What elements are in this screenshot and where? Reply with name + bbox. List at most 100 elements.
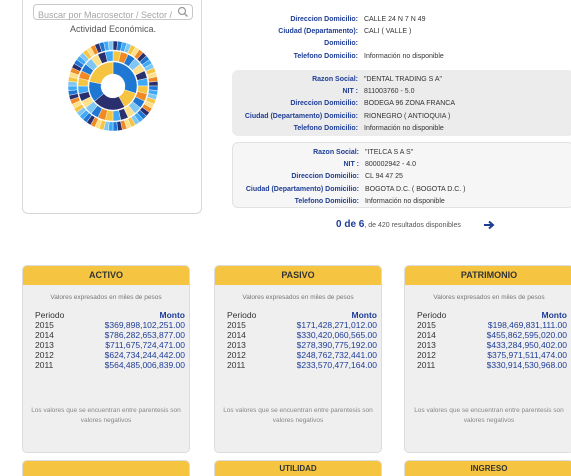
period-cell: 2012 <box>227 350 246 360</box>
company-field-row: Ciudad (Departamento): CALI ( VALLE ) <box>232 26 571 37</box>
activity-panel: Actividad Económica. <box>22 0 202 214</box>
field-value: RIONEGRO ( ANTIOQUIA ) <box>364 112 451 120</box>
period-cell: 2015 <box>417 320 436 330</box>
finance-table-header: Periodo Monto <box>417 310 567 320</box>
company-field-row: Ciudad (Departamento) Domicilio: RIONEGRO… <box>232 111 571 122</box>
search-box[interactable] <box>33 4 193 22</box>
company-field-row: Domicilio: <box>232 38 571 49</box>
finance-subtitle: Valores expresados en miles de pesos <box>433 294 545 301</box>
finance-note: Los valores que se encuentran entre pare… <box>31 407 181 424</box>
field-label: Ciudad (Departamento) Domicilio: <box>244 112 358 120</box>
company-card[interactable]: Direccion Domicilio: CALLE 24 N 7 N 49 Ciu… <box>232 0 571 64</box>
field-label: Domicilio: <box>324 40 358 48</box>
finance-panel-title: PASIVO <box>215 266 381 285</box>
amount-cell: $330,420,060,565.00 <box>296 330 377 340</box>
company-field-row: Razon Social: "ITELCA S A S" <box>233 147 571 158</box>
field-label: NIT : <box>342 88 358 96</box>
finance-table-row: 2015 $369,898,102,251.00 <box>35 320 185 330</box>
results-pager: 0 de 6, de 420 resultados disponibles <box>336 219 461 230</box>
sunburst-outer-segment[interactable] <box>67 85 78 91</box>
activity-label: Actividad Económica. <box>69 24 157 34</box>
period-cell: 2014 <box>417 330 436 340</box>
search-icon[interactable] <box>177 6 189 18</box>
sunburst-outer-segment[interactable] <box>148 81 159 87</box>
arrow-right-icon[interactable] <box>483 220 495 230</box>
search-input[interactable] <box>34 8 174 22</box>
amount-cell: $564,485,006,839.00 <box>104 360 185 370</box>
field-label: Direccion Domicilio: <box>290 16 358 23</box>
finance-table-header: Periodo Monto <box>227 310 377 320</box>
field-label: Direccion Domicilio: <box>290 100 358 108</box>
field-value: CALLE 24 N 7 N 49 <box>364 16 426 23</box>
finance-table-row: 2013 $433,284,950,402.00 <box>417 340 567 350</box>
finance-panel-utilidad: UTILIDAD <box>214 460 382 476</box>
finance-table: Periodo Monto 2015 $171,428,271,012.00 2014 $… <box>227 310 377 370</box>
period-cell: 2014 <box>35 330 54 340</box>
amount-cell: $711,675,724,471.00 <box>105 340 185 350</box>
period-cell: 2011 <box>227 360 246 370</box>
column-header-amount: Monto <box>351 310 378 320</box>
pager-suffix: , de 420 resultados disponibles <box>364 222 461 229</box>
amount-cell: $786,282,653,877.00 <box>104 330 185 340</box>
company-card[interactable]: Razon Social: "ITELCA S A S" NIT : 80000294… <box>232 142 571 208</box>
finance-table-header: Periodo Monto <box>35 310 185 320</box>
company-card[interactable]: Razon Social: "DENTAL TRADING S A" NIT : 81… <box>232 70 571 136</box>
finance-panel-title: UTILIDAD <box>215 461 381 476</box>
period-cell: 2014 <box>227 330 246 340</box>
finance-table-row: 2013 $278,390,775,192.00 <box>227 340 377 350</box>
period-cell: 2012 <box>35 350 54 360</box>
finance-table-row: 2012 $375,971,511,474.00 <box>417 350 567 360</box>
company-field-row: Ciudad (Departamento) Domicilio: BOGOTA D… <box>233 184 571 195</box>
finance-table-row: 2011 $233,570,477,164.00 <box>227 360 377 370</box>
amount-cell: $330,914,530,968.00 <box>486 360 567 370</box>
period-cell: 2013 <box>35 340 54 350</box>
pager-count: 0 de 6 <box>336 219 365 230</box>
finance-subtitle: Valores expresados en miles de pesos <box>242 294 354 301</box>
field-value: BOGOTA D.C. ( BOGOTA D.C. ) <box>365 185 466 193</box>
economic-activity-sunburst[interactable] <box>67 40 159 132</box>
field-value: Información no disponible <box>364 124 444 132</box>
column-header-amount: Monto <box>159 310 186 320</box>
sunburst-outer-segment[interactable] <box>112 121 118 132</box>
finance-note: Los valores que se encuentran entre pare… <box>414 407 564 424</box>
amount-cell: $171,428,271,012.00 <box>296 320 377 330</box>
field-value: CALI ( VALLE ) <box>364 28 412 36</box>
field-label: Razon Social: <box>313 149 359 156</box>
column-header-period: Periodo <box>227 310 257 320</box>
field-label: Ciudad (Departamento) Domicilio: <box>245 185 359 193</box>
company-field-row: Telefono Domicilio: Información no dispon… <box>232 51 571 62</box>
finance-table-row: 2012 $248,762,732,441.00 <box>227 350 377 360</box>
field-label: Telefono Domicilio: <box>293 124 358 132</box>
period-cell: 2011 <box>35 360 54 370</box>
amount-cell: $233,570,477,164.00 <box>296 360 377 370</box>
field-value: 811003760 - 5.0 <box>364 88 415 96</box>
finance-table-row: 2015 $171,428,271,012.00 <box>227 320 377 330</box>
sunburst-outer-segment[interactable] <box>108 40 114 51</box>
amount-cell: $369,898,102,251.00 <box>104 320 185 330</box>
finance-panel-bottom-1 <box>22 460 190 476</box>
finance-panel-activo: ACTIVO Valores expresados en miles de pes… <box>22 265 190 453</box>
amount-cell: $248,762,732,441.00 <box>296 350 377 360</box>
company-field-row: Razon Social: "DENTAL TRADING S A" <box>232 74 571 85</box>
finance-panel-title: PATRIMONIO <box>405 266 571 285</box>
finance-table-row: 2012 $624,734,244,442.00 <box>35 350 185 360</box>
field-label: Telefono Domicilio: <box>294 197 359 205</box>
amount-cell: $198,469,831,111.00 <box>487 320 567 330</box>
amount-cell: $278,390,775,192.00 <box>296 340 377 350</box>
company-field-row: NIT : 811003760 - 5.0 <box>232 86 571 97</box>
company-field-row: Telefono Domicilio: Información no dispon… <box>232 123 571 134</box>
amount-cell: $433,284,950,402.00 <box>486 340 567 350</box>
period-cell: 2011 <box>417 360 436 370</box>
column-header-period: Periodo <box>417 310 447 320</box>
finance-table: Periodo Monto 2015 $198,469,831,111.00 2014 $… <box>417 310 567 370</box>
period-cell: 2013 <box>227 340 246 350</box>
finance-table-row: 2015 $198,469,831,111.00 <box>417 320 567 330</box>
period-cell: 2015 <box>35 320 54 330</box>
field-label: Razon Social: <box>312 76 358 83</box>
company-field-row: Telefono Domicilio: Información no dispon… <box>233 196 571 207</box>
company-field-row: Direccion Domicilio: BODEGA 96 ZONA FRANC… <box>232 98 571 109</box>
company-field-row: Direccion Domicilio: CALLE 24 N 7 N 49 <box>232 14 571 25</box>
finance-table-row: 2011 $330,914,530,968.00 <box>417 360 567 370</box>
field-value: Información no disponible <box>365 197 445 205</box>
finance-note: Los valores que se encuentran entre pare… <box>223 407 373 424</box>
